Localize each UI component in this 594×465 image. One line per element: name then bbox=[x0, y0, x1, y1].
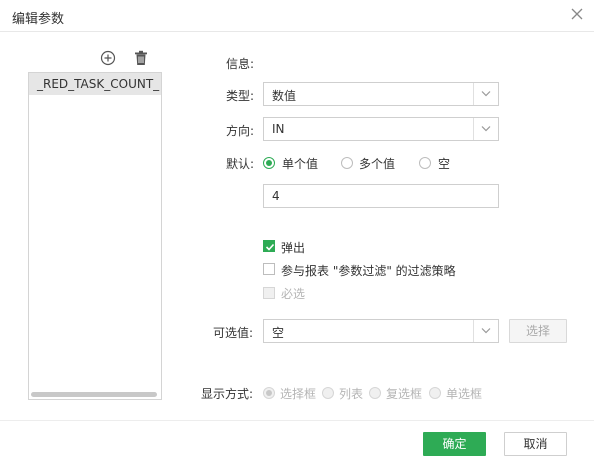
type-label: 类型: bbox=[226, 89, 255, 103]
default-value-input[interactable] bbox=[263, 184, 499, 208]
info-label: 信息: bbox=[226, 57, 255, 71]
required-label: 必选 bbox=[281, 287, 306, 301]
participate-filter-label: 参与报表 "参数过滤" 的过滤策略 bbox=[281, 264, 456, 278]
required-checkbox[interactable] bbox=[263, 287, 275, 299]
default-single-radio[interactable] bbox=[263, 157, 275, 169]
display-checkbox-radio[interactable] bbox=[369, 387, 381, 399]
default-multi-label: 多个值 bbox=[359, 157, 396, 171]
footer-divider bbox=[0, 420, 594, 421]
type-select-value: 数值 bbox=[272, 89, 297, 103]
display-list-label: 列表 bbox=[339, 387, 364, 401]
display-mode-label: 显示方式: bbox=[201, 387, 254, 401]
popup-label: 弹出 bbox=[281, 241, 306, 255]
chevron-down-icon bbox=[481, 91, 491, 97]
default-single-label: 单个值 bbox=[282, 157, 319, 171]
default-label: 默认: bbox=[226, 157, 255, 171]
add-param-icon[interactable] bbox=[100, 50, 116, 66]
horizontal-scrollbar[interactable] bbox=[31, 392, 157, 397]
optional-values-label: 可选值: bbox=[213, 326, 254, 340]
default-empty-label: 空 bbox=[438, 157, 451, 171]
optional-values-select[interactable]: 空 bbox=[263, 319, 499, 343]
display-dropdown-label: 选择框 bbox=[280, 387, 317, 401]
check-icon bbox=[265, 243, 275, 251]
dialog-titlebar: 编辑参数 bbox=[0, 0, 594, 32]
default-multi-radio[interactable] bbox=[341, 157, 353, 169]
type-select[interactable]: 数值 bbox=[263, 82, 499, 106]
direction-label: 方向: bbox=[226, 124, 255, 138]
chevron-down-icon bbox=[481, 328, 491, 334]
display-checkbox-label: 复选框 bbox=[386, 387, 423, 401]
choose-button[interactable]: 选择 bbox=[509, 319, 567, 343]
display-dropdown-radio[interactable] bbox=[263, 387, 275, 399]
trash-icon[interactable] bbox=[134, 50, 148, 66]
param-list-item[interactable]: _RED_TASK_COUNT_ bbox=[29, 73, 161, 95]
default-empty-radio[interactable] bbox=[419, 157, 431, 169]
chevron-down-icon bbox=[481, 126, 491, 132]
param-list[interactable]: _RED_TASK_COUNT_ bbox=[28, 72, 162, 400]
optional-values-value: 空 bbox=[272, 326, 285, 340]
direction-select-value: IN bbox=[272, 122, 285, 136]
popup-checkbox[interactable] bbox=[263, 240, 275, 252]
ok-button[interactable]: 确定 bbox=[423, 432, 486, 456]
cancel-button[interactable]: 取消 bbox=[504, 432, 567, 456]
direction-select[interactable]: IN bbox=[263, 117, 499, 141]
dialog-title: 编辑参数 bbox=[12, 12, 65, 27]
close-icon[interactable] bbox=[570, 7, 584, 21]
display-radio-label: 单选框 bbox=[446, 387, 483, 401]
display-list-radio[interactable] bbox=[322, 387, 334, 399]
display-radio-radio[interactable] bbox=[429, 387, 441, 399]
participate-filter-checkbox[interactable] bbox=[263, 263, 275, 275]
